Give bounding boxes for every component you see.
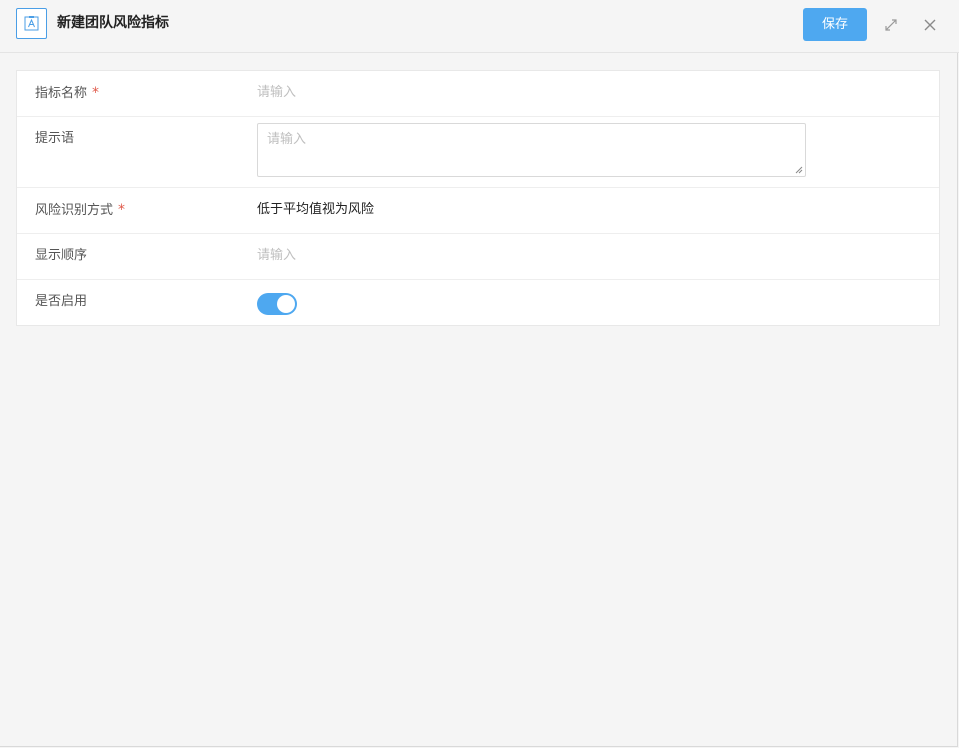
dialog-header: 新建团队风险指标 保存 <box>0 0 959 53</box>
save-button[interactable]: 保存 <box>803 8 867 41</box>
hint-label: 提示语 <box>35 131 75 146</box>
indicator-form: 指标名称 * 请输入 提示语 请输入 风险识别方式 * 低于平均值视为风险 显示顺序… <box>16 70 940 326</box>
enabled-toggle[interactable] <box>257 293 297 315</box>
close-icon[interactable] <box>922 17 938 33</box>
risk-method-label: 风险识别方式 * <box>35 202 126 218</box>
resize-grip-icon[interactable] <box>795 166 803 174</box>
risk-method-select[interactable]: 低于平均值视为风险 <box>257 202 374 218</box>
hint-placeholder: 请输入 <box>267 132 307 147</box>
form-row-risk-method: 风险识别方式 * 低于平均值视为风险 <box>17 188 939 234</box>
expand-icon[interactable] <box>883 17 899 33</box>
required-mark: * <box>118 202 126 218</box>
display-order-input[interactable]: 请输入 <box>257 248 296 264</box>
indicator-name-label: 指标名称 * <box>35 85 100 101</box>
enabled-label: 是否启用 <box>35 294 88 309</box>
toggle-knob <box>277 295 295 313</box>
hint-textarea[interactable]: 请输入 <box>257 123 806 177</box>
form-row-display-order: 显示顺序 请输入 <box>17 234 939 280</box>
required-mark: * <box>92 85 100 101</box>
form-row-hint: 提示语 请输入 <box>17 117 939 188</box>
display-order-label: 显示顺序 <box>35 248 88 263</box>
indicator-name-input[interactable]: 请输入 <box>257 85 296 101</box>
form-row-enabled: 是否启用 <box>17 280 939 325</box>
form-row-indicator-name: 指标名称 * 请输入 <box>17 71 939 117</box>
dialog-title: 新建团队风险指标 <box>57 15 169 31</box>
contact-card-icon <box>16 8 47 39</box>
